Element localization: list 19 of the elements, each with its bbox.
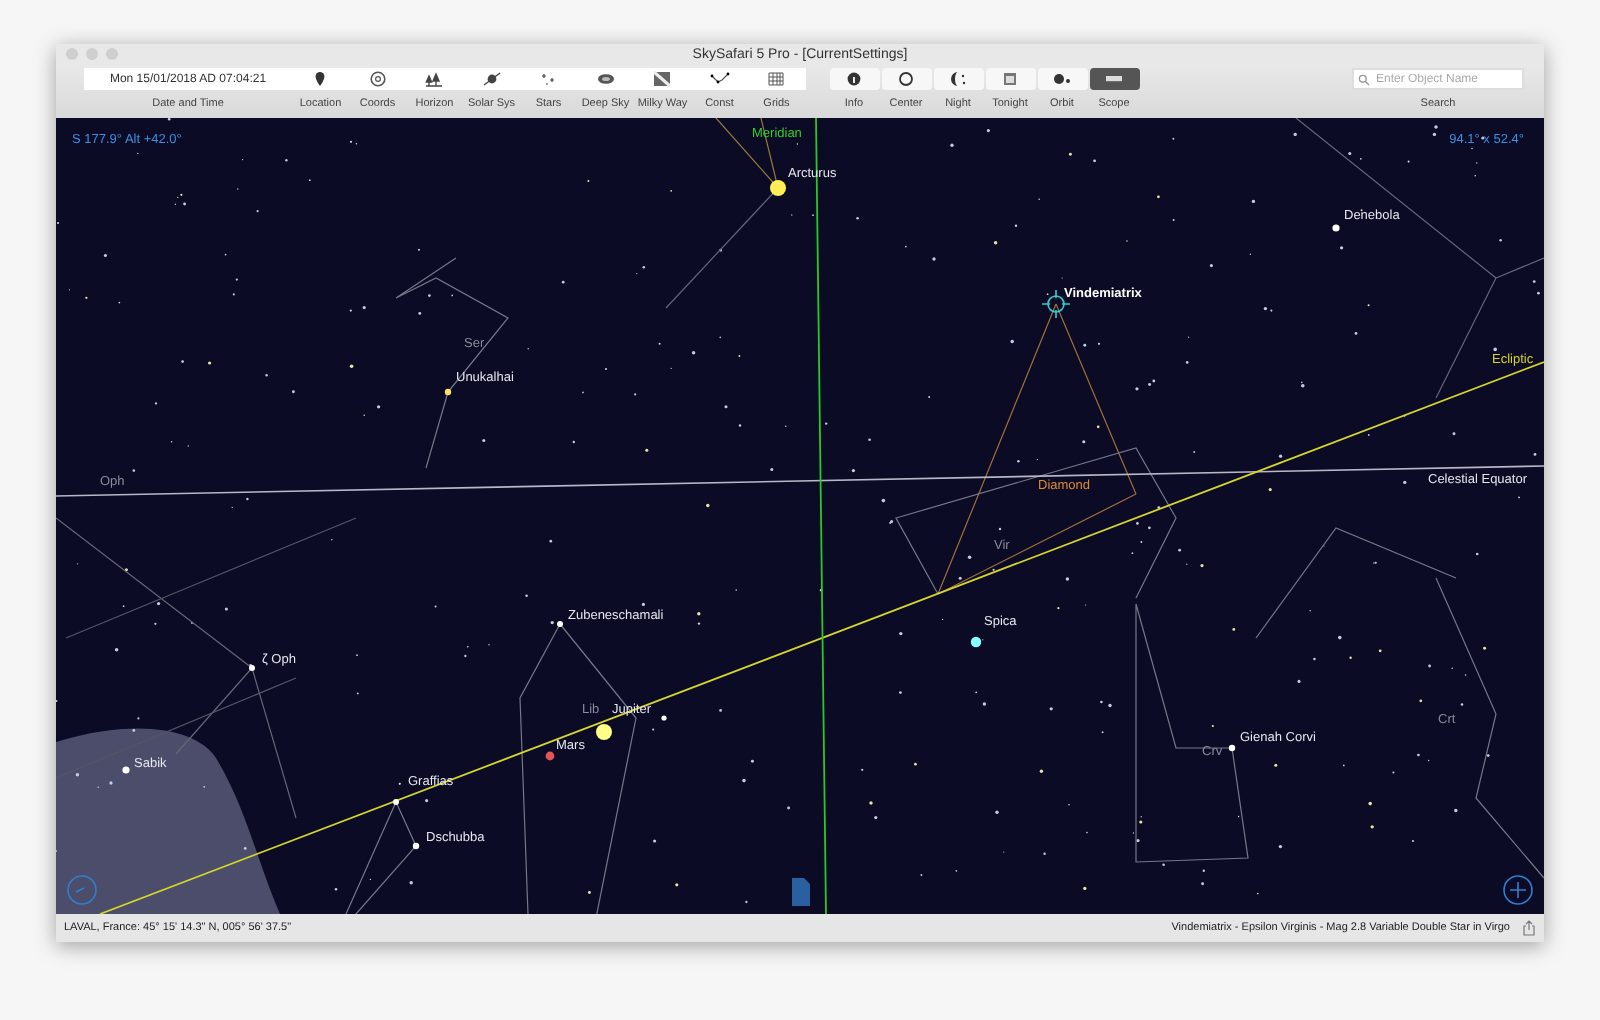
share-icon [1522, 920, 1536, 936]
galaxy-icon [595, 70, 616, 88]
moon-icon [948, 70, 968, 88]
target-icon [896, 70, 916, 88]
stripe-icon [652, 70, 673, 88]
compass-button[interactable] [67, 875, 97, 905]
grid-icon [766, 70, 787, 88]
info-icon [844, 70, 864, 88]
calendar-icon [1000, 70, 1020, 88]
trees-icon [424, 70, 445, 88]
stars-icon [538, 70, 559, 88]
planet-icon [481, 70, 502, 88]
planet-icon [545, 751, 555, 761]
constellation-icon [709, 70, 730, 88]
zoom-in-button[interactable] [1503, 875, 1533, 905]
orbit-icon [1052, 70, 1072, 88]
document-icon [792, 878, 810, 906]
planet-icon [596, 724, 612, 740]
dial-icon [367, 70, 388, 88]
